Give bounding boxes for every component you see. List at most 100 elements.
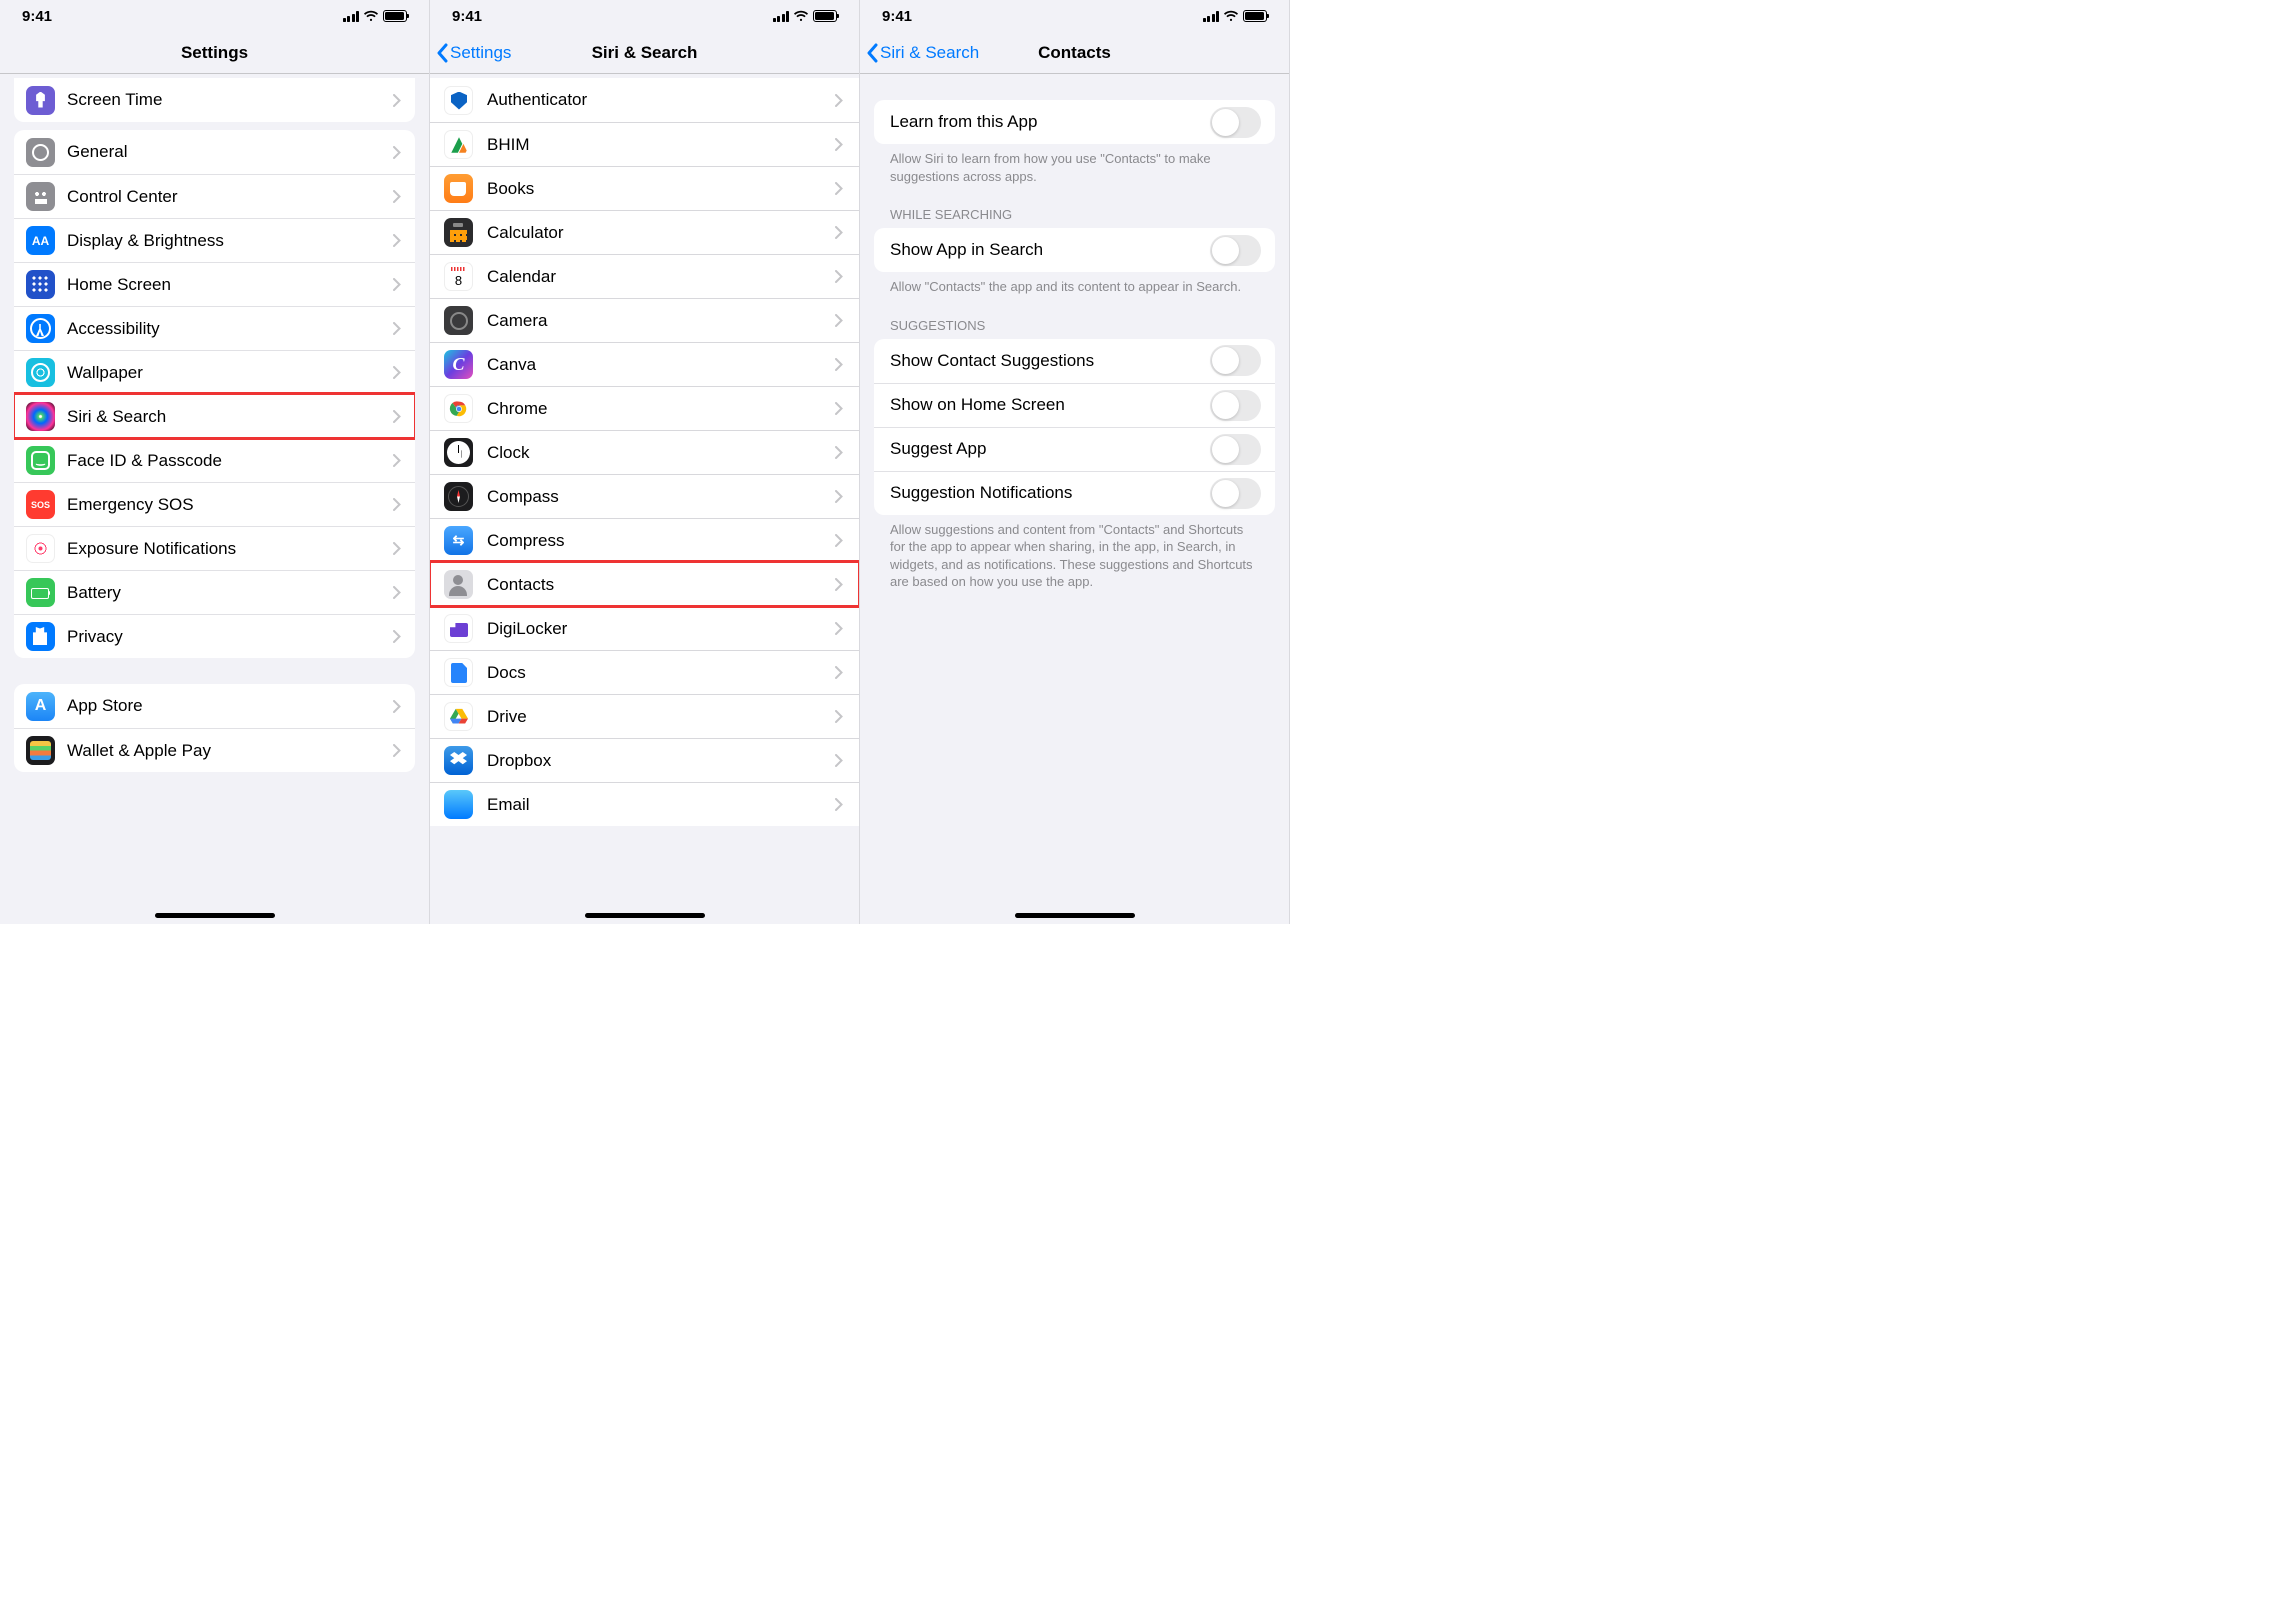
row-docs[interactable]: Docs [430, 650, 859, 694]
app-icon [26, 622, 55, 651]
status-bar: 9:41 [430, 0, 859, 32]
footer-suggestions: Allow suggestions and content from "Cont… [860, 515, 1289, 595]
app-icon [444, 658, 473, 687]
back-button[interactable]: Settings [436, 43, 511, 63]
row-exposure[interactable]: Exposure Notifications [14, 526, 415, 570]
row-general[interactable]: General [14, 130, 415, 174]
footer-learn: Allow Siri to learn from how you use "Co… [860, 144, 1289, 189]
row-compass[interactable]: Compass [430, 474, 859, 518]
row-label: Email [487, 795, 835, 815]
row-email[interactable]: Email [430, 782, 859, 826]
row-calculator[interactable]: Calculator [430, 210, 859, 254]
home-indicator [155, 913, 275, 918]
row-accessibility[interactable]: Accessibility [14, 306, 415, 350]
chevron-right-icon [835, 358, 843, 371]
row-drive[interactable]: Drive [430, 694, 859, 738]
row-display-brightness[interactable]: Display & Brightness [14, 218, 415, 262]
back-label: Siri & Search [880, 43, 979, 63]
row-label: Suggest App [890, 439, 1210, 459]
chevron-right-icon [835, 490, 843, 503]
row-battery[interactable]: Battery [14, 570, 415, 614]
row-screen-time[interactable]: Screen Time [14, 78, 415, 122]
row-compress[interactable]: Compress [430, 518, 859, 562]
row-home-screen[interactable]: Home Screen [14, 262, 415, 306]
app-icon [444, 130, 473, 159]
app-icon [444, 218, 473, 247]
row-sos[interactable]: Emergency SOS [14, 482, 415, 526]
row-label: DigiLocker [487, 619, 835, 639]
row-dropbox[interactable]: Dropbox [430, 738, 859, 782]
toggle-suggest-app[interactable]: Suggest App [874, 427, 1275, 471]
row-label: Exposure Notifications [67, 539, 393, 559]
app-icon [444, 262, 473, 291]
toggle-show-home-screen[interactable]: Show on Home Screen [874, 383, 1275, 427]
status-bar: 9:41 [860, 0, 1289, 32]
row-digilocker[interactable]: DigiLocker [430, 606, 859, 650]
row-label: Camera [487, 311, 835, 331]
settings-content[interactable]: Screen Time General Control Center Displ… [0, 74, 429, 924]
row-label: Control Center [67, 187, 393, 207]
chevron-right-icon [835, 402, 843, 415]
toggle-switch[interactable] [1210, 390, 1261, 421]
back-button[interactable]: Siri & Search [866, 43, 979, 63]
app-list-content[interactable]: Authenticator BHIM Books Calculator Cale… [430, 74, 859, 924]
app-icon [444, 86, 473, 115]
toggle-contact-suggestions[interactable]: Show Contact Suggestions [874, 339, 1275, 383]
app-icon [444, 746, 473, 775]
group-screentime: Screen Time [14, 78, 415, 122]
row-books[interactable]: Books [430, 166, 859, 210]
row-app-store[interactable]: App Store [14, 684, 415, 728]
row-label: Calculator [487, 223, 835, 243]
row-camera[interactable]: Camera [430, 298, 859, 342]
row-bhim[interactable]: BHIM [430, 122, 859, 166]
row-control-center[interactable]: Control Center [14, 174, 415, 218]
pane-siri-search: 9:41 Settings Siri & Search Authenticato… [430, 0, 860, 924]
status-time: 9:41 [882, 8, 912, 25]
battery-icon [813, 10, 837, 22]
row-chrome[interactable]: Chrome [430, 386, 859, 430]
row-contacts[interactable]: Contacts [430, 562, 859, 606]
chevron-right-icon [393, 586, 401, 599]
chevron-right-icon [835, 534, 843, 547]
chevron-right-icon [393, 146, 401, 159]
battery-icon [383, 10, 407, 22]
app-icon [444, 526, 473, 555]
toggle-suggestion-notifications[interactable]: Suggestion Notifications [874, 471, 1275, 515]
toggle-switch[interactable] [1210, 345, 1261, 376]
row-wallet[interactable]: Wallet & Apple Pay [14, 728, 415, 772]
row-label: Chrome [487, 399, 835, 419]
app-icon [26, 402, 55, 431]
chevron-right-icon [393, 234, 401, 247]
row-faceid[interactable]: Face ID & Passcode [14, 438, 415, 482]
row-label: General [67, 142, 393, 162]
row-label: Screen Time [67, 90, 393, 110]
row-calendar[interactable]: Calendar [430, 254, 859, 298]
toggle-switch[interactable] [1210, 434, 1261, 465]
chevron-left-icon [866, 43, 878, 63]
row-privacy[interactable]: Privacy [14, 614, 415, 658]
contacts-content[interactable]: Learn from this App Allow Siri to learn … [860, 74, 1289, 924]
chevron-right-icon [835, 798, 843, 811]
toggle-switch[interactable] [1210, 107, 1261, 138]
toggle-switch[interactable] [1210, 478, 1261, 509]
app-icon [26, 226, 55, 255]
toggle-switch[interactable] [1210, 235, 1261, 266]
status-time: 9:41 [452, 8, 482, 25]
row-siri-search[interactable]: Siri & Search [14, 394, 415, 438]
navbar: Settings [0, 32, 429, 74]
row-label: Authenticator [487, 90, 835, 110]
chevron-right-icon [835, 314, 843, 327]
row-label: Battery [67, 583, 393, 603]
row-authenticator[interactable]: Authenticator [430, 78, 859, 122]
chevron-right-icon [835, 578, 843, 591]
footer-searching: Allow "Contacts" the app and its content… [860, 272, 1289, 300]
row-wallpaper[interactable]: Wallpaper [14, 350, 415, 394]
toggle-show-in-search[interactable]: Show App in Search [874, 228, 1275, 272]
row-canva[interactable]: Canva [430, 342, 859, 386]
group-app-list: Authenticator BHIM Books Calculator Cale… [430, 78, 859, 826]
group-system-settings: General Control Center Display & Brightn… [14, 130, 415, 658]
row-clock[interactable]: Clock [430, 430, 859, 474]
row-label: Accessibility [67, 319, 393, 339]
row-label: Dropbox [487, 751, 835, 771]
toggle-learn-from-app[interactable]: Learn from this App [874, 100, 1275, 144]
